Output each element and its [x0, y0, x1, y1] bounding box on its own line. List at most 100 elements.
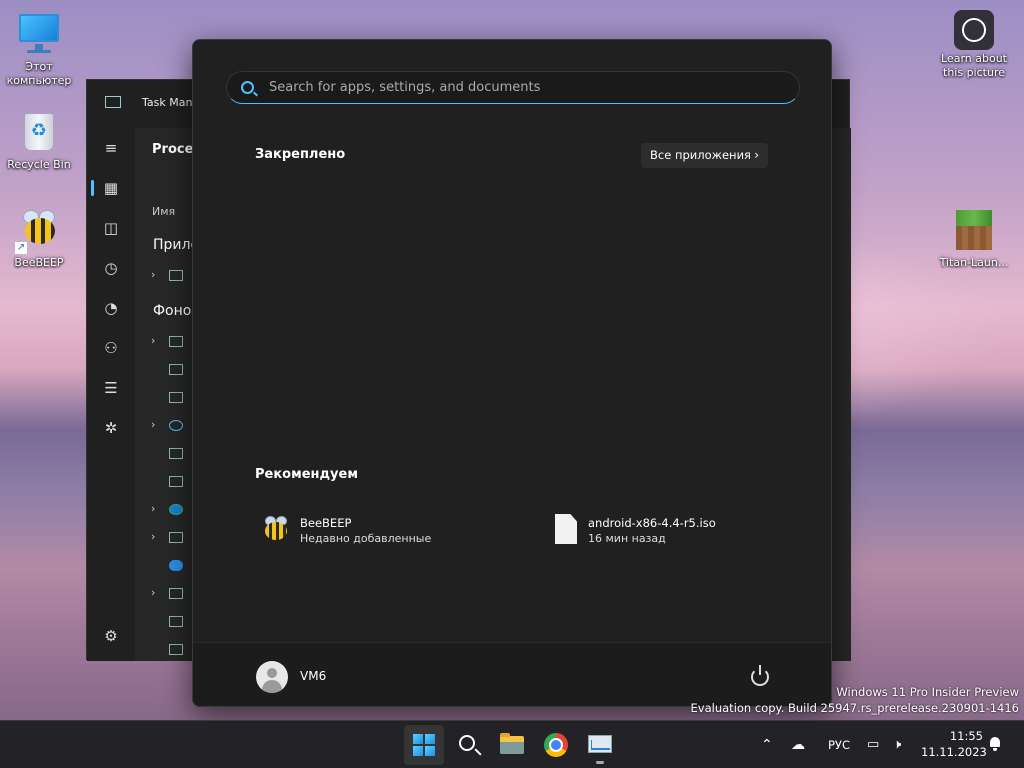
watermark-line2: Evaluation copy. Build 25947.rs_prerelea… [690, 701, 1019, 715]
recommended-item-subtitle: 16 мин назад [588, 532, 666, 545]
desktop-icon-titan-launcher[interactable]: Titan-Laun... [936, 206, 1012, 270]
user-name[interactable]: VM6 [300, 669, 326, 683]
details-icon[interactable]: ☰ [101, 378, 121, 398]
task-manager-nav-rail: ≡ ▦ ◫ ◷ ◔ ⚇ ☰ ✲ ⚙ [87, 128, 135, 661]
services-icon[interactable]: ✲ [101, 418, 121, 438]
chevron-right-icon[interactable]: › [151, 586, 169, 599]
clock[interactable]: 11:55 11.11.2023 [921, 728, 987, 760]
search-button[interactable] [448, 725, 488, 765]
table-row[interactable]: › [151, 586, 183, 600]
chevron-up-icon[interactable]: ⌃ [761, 721, 773, 768]
chrome-icon [544, 733, 568, 757]
desktop-icon-label: BeeBEEP [14, 256, 64, 269]
user-avatar-icon[interactable] [256, 661, 288, 693]
network-icon[interactable]: ▭ [867, 721, 879, 768]
table-row[interactable]: › [151, 530, 183, 544]
chevron-right-icon: › [754, 148, 759, 162]
desktop-icon-label: Этот компьютер [6, 60, 72, 87]
start-footer: VM6 [193, 642, 831, 706]
search-input[interactable] [269, 72, 789, 103]
cloud-offline-icon[interactable]: ☁ [791, 721, 805, 768]
watermark-line1: Windows 11 Pro Insider Preview [836, 685, 1019, 699]
all-apps-button[interactable]: Все приложения › [641, 143, 768, 168]
desktop-icon-label: Learn about this picture [941, 52, 1007, 79]
chevron-right-icon[interactable]: › [151, 418, 169, 431]
process-icon [169, 447, 183, 459]
desktop-icon-label: Titan-Laun... [939, 256, 1009, 269]
app-history-icon[interactable]: ◷ [101, 258, 121, 278]
desktop-icon-this-pc[interactable]: Этот компьютер [1, 10, 77, 88]
desktop-icon-beebeep[interactable]: ↗ BeeBEEP [1, 206, 77, 270]
volume-muted-icon[interactable]: 🕨 [893, 721, 901, 768]
onedrive-icon [169, 559, 183, 571]
beebeep-icon: ↗ [15, 206, 63, 254]
selected-indicator [91, 180, 94, 196]
chevron-right-icon[interactable]: › [151, 502, 169, 515]
chevron-right-icon[interactable]: › [151, 268, 169, 281]
notification-bell-icon[interactable] [988, 737, 1002, 751]
processes-icon[interactable]: ▦ [101, 178, 121, 198]
table-row[interactable] [151, 558, 183, 572]
recommended-item-iso[interactable]: android-x86-4.4-r5.iso 16 мин назад [549, 512, 779, 548]
minecraft-block-icon [950, 206, 998, 254]
table-row[interactable] [151, 474, 183, 488]
file-explorer-button[interactable] [492, 725, 532, 765]
search-icon [459, 735, 475, 751]
start-button[interactable] [404, 725, 444, 765]
table-row[interactable] [151, 614, 183, 628]
desktop-icon-learn-about-picture[interactable]: Learn about this picture [936, 10, 1012, 80]
performance-icon[interactable]: ◫ [101, 218, 121, 238]
search-box[interactable] [226, 71, 800, 104]
recommended-item-title: android-x86-4.4-r5.iso [588, 516, 716, 530]
table-row[interactable] [151, 390, 183, 404]
table-row[interactable]: › [151, 502, 183, 516]
folder-icon [500, 733, 524, 754]
table-row[interactable]: › [151, 418, 183, 432]
process-icon [169, 643, 183, 655]
process-icon [169, 475, 183, 487]
process-icon [169, 615, 183, 627]
start-menu: Закреплено Все приложения › Рекомендуем … [192, 39, 832, 707]
settings-gear-icon[interactable]: ⚙ [101, 626, 121, 646]
table-row[interactable] [151, 446, 183, 460]
recommended-item-title: BeeBEEP [300, 516, 352, 530]
process-icon [169, 269, 183, 281]
recommended-item-beebeep[interactable]: BeeBEEP Недавно добавленные [261, 512, 491, 548]
running-indicator [596, 761, 604, 764]
recommended-section-title: Рекомендуем [255, 467, 358, 482]
desktop-icon-label: Recycle Bin [7, 158, 71, 171]
hamburger-menu-icon[interactable]: ≡ [101, 138, 121, 158]
table-row[interactable] [151, 362, 183, 376]
clock-date: 11.11.2023 [921, 745, 987, 759]
process-icon [169, 363, 183, 375]
column-header-name[interactable]: Имя [152, 205, 175, 218]
users-icon[interactable]: ⚇ [101, 338, 121, 358]
power-icon[interactable] [751, 665, 769, 686]
file-icon [549, 514, 579, 544]
all-apps-label: Все приложения [650, 148, 751, 162]
shortcut-arrow-icon: ↗ [15, 242, 27, 254]
chrome-button[interactable] [536, 725, 576, 765]
startup-apps-icon[interactable]: ◔ [101, 298, 121, 318]
language-indicator[interactable]: РУС [828, 721, 850, 768]
process-icon [169, 531, 183, 543]
process-icon [169, 419, 183, 431]
task-manager-app-icon [105, 96, 121, 108]
chevron-right-icon[interactable]: › [151, 334, 169, 347]
edge-icon [169, 503, 183, 515]
table-row[interactable]: › [151, 268, 183, 282]
pinned-section-title: Закреплено [255, 147, 346, 162]
monitor-icon [15, 10, 63, 58]
task-manager-button[interactable] [580, 725, 620, 765]
process-icon [169, 335, 183, 347]
chevron-right-icon[interactable]: › [151, 530, 169, 543]
task-manager-icon [588, 735, 612, 753]
search-icon [241, 81, 254, 94]
table-row[interactable]: › [151, 334, 183, 348]
desktop-icon-recycle-bin[interactable]: ♻ Recycle Bin [1, 108, 77, 172]
group-header-background: Фоно [153, 303, 192, 319]
table-row[interactable] [151, 642, 183, 656]
beebeep-icon [261, 514, 291, 544]
windows-logo-icon [413, 734, 435, 756]
clock-time: 11:55 [949, 729, 983, 743]
